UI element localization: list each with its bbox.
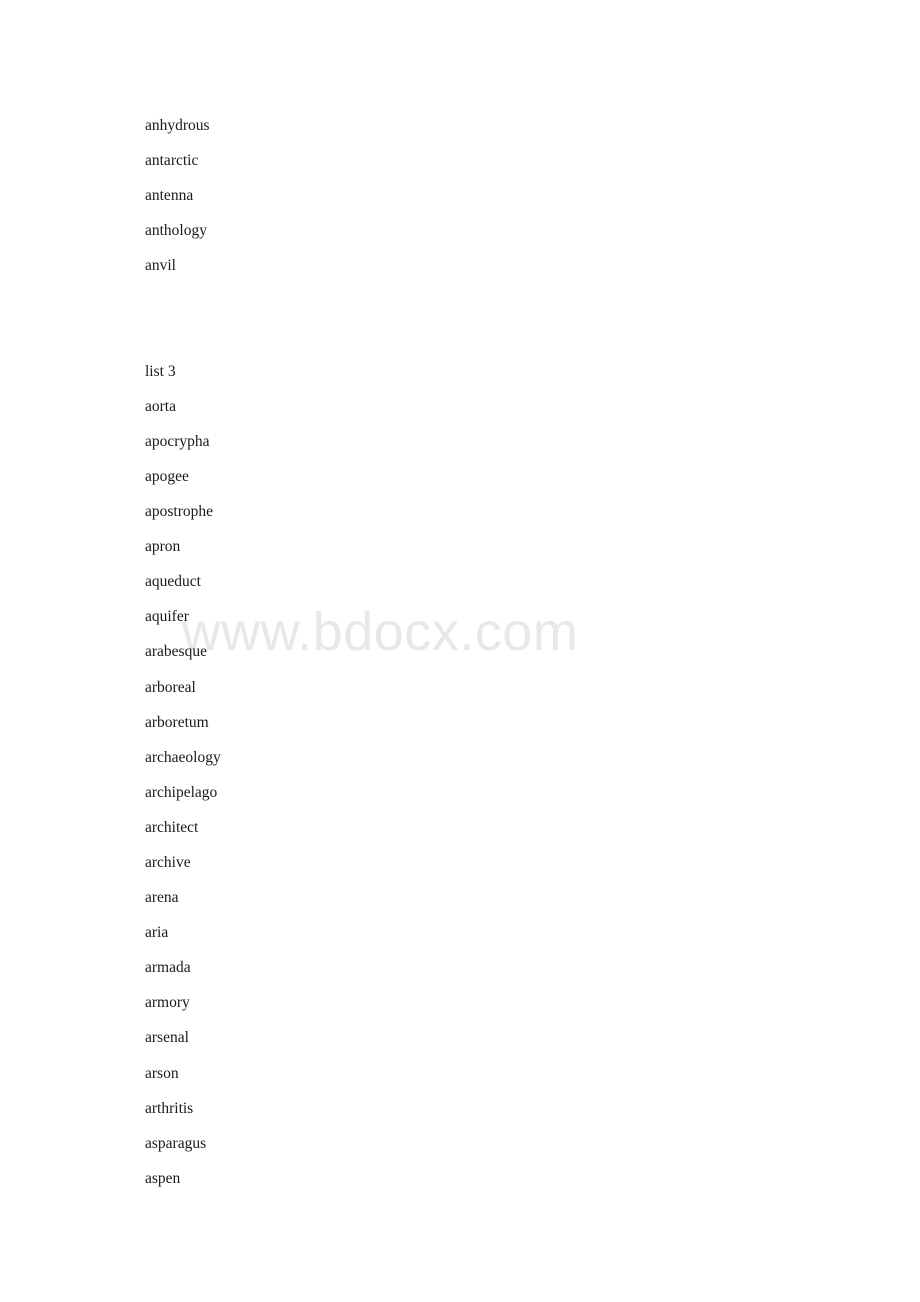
word-list-item: antenna [145,187,194,205]
word-list-item: arthritis [145,1099,194,1117]
word-list-item: anvil [145,257,176,275]
word-list-item: archipelago [145,783,218,801]
word-list-item: arson [145,1064,179,1082]
word-list-item: arsenal [145,1029,189,1047]
word-list-item: archive [145,853,191,871]
word-list-item: archaeology [145,748,221,766]
word-list-item: architect [145,818,199,836]
document-body: anhydrous antarctic antenna anthology anvil … [145,108,221,1196]
document-page: www.bdocx.com anhydrous antarctic antenna a… [0,0,920,1302]
word-list-item: arena [145,889,179,907]
word-list-item: anthology [145,222,207,240]
word-list-item: anhydrous [145,117,210,134]
word-list-item: aquifer [145,608,189,626]
word-list-item: apostrophe [145,503,214,521]
word-list-item: arabesque [145,643,207,661]
word-list-item: armory [145,994,190,1012]
word-list-item: apocrypha [145,432,210,450]
word-list-item: aorta [145,397,176,415]
site-watermark: www.bdocx.com [181,602,579,662]
word-list-item: arboretum [145,713,209,731]
word-list-item: armada [145,959,191,977]
word-list-item: apogee [145,467,189,485]
word-list-item: aqueduct [145,573,201,591]
word-list-item: apron [145,538,181,556]
word-list-item: arboreal [145,678,196,696]
word-list-item: aria [145,924,169,942]
word-list-item: list 3 [145,362,176,380]
word-list-item: aspen [145,1169,181,1187]
word-list-item: antarctic [145,152,199,170]
word-list-item: asparagus [145,1134,207,1152]
